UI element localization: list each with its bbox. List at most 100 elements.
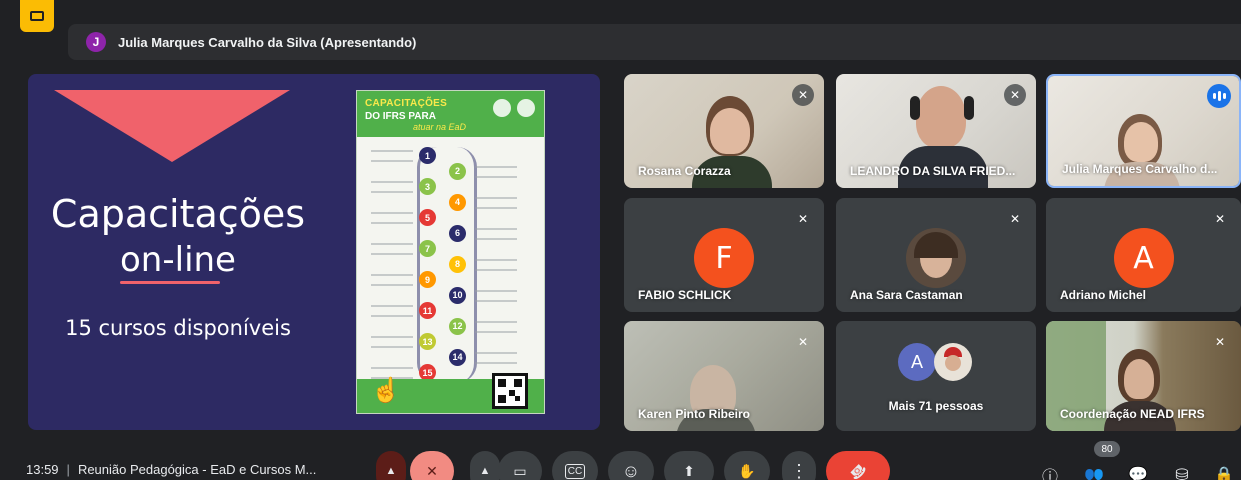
poster-step-text xyxy=(371,181,413,193)
raise-hand-button[interactable]: ✋ xyxy=(724,451,770,480)
poster-step-node: 6 xyxy=(449,224,466,242)
presenter-label: Julia Marques Carvalho da Silva (Apresen… xyxy=(118,34,417,50)
participant-tile-active-speaker[interactable]: Julia Marques Carvalho d... xyxy=(1046,74,1241,188)
mic-off-icon: ✕ xyxy=(426,462,438,479)
meeting-title: Reunião Pedagógica - EaD e Cursos M... xyxy=(77,462,317,477)
poster-step-text xyxy=(475,289,517,302)
pointing-hand-icon: ☝ xyxy=(371,377,401,404)
participant-name: Karen Pinto Ribeiro xyxy=(638,407,751,421)
more-options-button[interactable]: ⋮ xyxy=(782,451,816,480)
poster-step-text xyxy=(475,165,517,178)
leave-call-button[interactable]: ☎ xyxy=(826,451,890,480)
participant-tile[interactable]: F ✕ FABIO SCHLICK xyxy=(624,198,824,312)
participant-tile[interactable]: ✕ LEANDRO DA SILVA FRIED... xyxy=(836,74,1036,188)
meeting-details-icon[interactable]: ⓘ xyxy=(1038,463,1062,480)
poster-step-text xyxy=(371,336,413,348)
ead-logo-icon xyxy=(517,99,535,117)
captions-button[interactable]: CC xyxy=(552,451,598,480)
poster-heading-1: CAPACITAÇÕES xyxy=(365,98,448,109)
poster-step-text xyxy=(371,274,413,286)
poster-step-node: 12 xyxy=(449,317,466,335)
more-avatar-initial: A xyxy=(898,343,936,381)
shared-presentation[interactable]: Capacitações on-line 15 cursos disponíve… xyxy=(28,74,600,430)
poster-step-text xyxy=(475,258,517,271)
speaking-indicator-icon xyxy=(1207,84,1231,108)
poster-step-node: 7 xyxy=(419,240,436,257)
camera-options-caret-icon[interactable]: ▲ xyxy=(470,451,500,480)
present-screen-button[interactable]: ⬆ xyxy=(664,451,714,480)
poster-step-node: 10 xyxy=(449,286,466,304)
poster-step-text xyxy=(475,351,517,364)
ifrs-logo-icon xyxy=(493,99,511,117)
participant-avatar: F xyxy=(694,228,754,288)
poster-step-text xyxy=(371,150,413,162)
meeting-info: 13:59 | Reunião Pedagógica - EaD e Cursos … xyxy=(26,462,316,477)
decorative-triangle xyxy=(54,90,290,162)
participant-tile[interactable]: A ✕ Adriano Michel xyxy=(1046,198,1241,312)
poster-step-node: 4 xyxy=(449,193,466,211)
slide-subtitle: 15 cursos disponíveis xyxy=(65,316,291,340)
poster-step-text xyxy=(475,227,517,240)
mic-off-icon: ✕ xyxy=(797,335,809,349)
participant-tile[interactable]: ✕ Rosana Corazza xyxy=(624,74,824,188)
mic-off-icon: ✕ xyxy=(1214,335,1226,349)
mic-off-icon: ✕ xyxy=(1004,84,1026,106)
qr-code-icon xyxy=(492,373,528,409)
more-avatar-photo xyxy=(934,343,972,381)
poster-step-node: 3 xyxy=(419,178,436,195)
participant-avatar: A xyxy=(1113,228,1174,288)
poster-step-node: 2 xyxy=(449,162,466,180)
bottom-control-bar: 13:59 | Reunião Pedagógica - EaD e Cursos … xyxy=(0,445,1241,480)
mic-off-icon: ✕ xyxy=(1009,212,1021,226)
poster-step-node: 1 xyxy=(419,147,436,164)
poster-step-node: 9 xyxy=(419,271,436,288)
more-vertical-icon: ⋮ xyxy=(790,460,808,480)
mic-toggle-button[interactable]: ✕ xyxy=(410,451,454,480)
participant-name: Coordenação NEAD IFRS xyxy=(1060,407,1205,421)
slide-title-line1: Capacitações xyxy=(50,192,306,236)
mic-off-icon: ✕ xyxy=(1214,212,1226,226)
captions-icon: CC xyxy=(564,463,586,479)
poster-step-node: 8 xyxy=(449,255,466,273)
camera-toggle-button[interactable]: ▭ xyxy=(498,451,542,480)
participant-name: FABIO SCHLICK xyxy=(638,288,732,302)
course-poster: CAPACITAÇÕES DO IFRS PARA atuar na EaD 1… xyxy=(356,90,545,414)
people-icon[interactable]: 👥 xyxy=(1082,463,1106,480)
poster-step-text xyxy=(371,212,413,224)
poster-heading-3: atuar na EaD xyxy=(413,122,467,132)
hang-up-icon: ☎ xyxy=(846,459,871,480)
mic-options-caret-icon[interactable]: ▲ xyxy=(376,451,406,480)
screen-share-badge-icon[interactable] xyxy=(20,0,54,32)
presenter-avatar: J xyxy=(86,32,106,52)
participant-name: Adriano Michel xyxy=(1060,288,1147,302)
participant-name: Ana Sara Castaman xyxy=(850,288,963,302)
mic-off-icon: ✕ xyxy=(797,212,809,226)
slide-title-line2: on-line xyxy=(120,240,236,280)
separator: | xyxy=(66,462,70,477)
emoji-reaction-button[interactable]: ☺ xyxy=(608,451,654,480)
more-participants-tile[interactable]: A Mais 71 pessoas xyxy=(836,321,1036,431)
activities-icon[interactable]: ⛁ xyxy=(1170,463,1194,480)
participant-tile[interactable]: ✕ Ana Sara Castaman xyxy=(836,198,1036,312)
participant-photo-avatar xyxy=(906,228,966,288)
chat-icon[interactable]: 💬 xyxy=(1126,463,1150,480)
participant-tile[interactable]: ✕ Coordenação NEAD IFRS xyxy=(1046,321,1241,431)
host-controls-icon[interactable]: 🔒 xyxy=(1212,463,1236,480)
poster-step-node: 5 xyxy=(419,209,436,226)
participant-name: LEANDRO DA SILVA FRIED... xyxy=(850,164,1016,178)
poster-step-node: 13 xyxy=(419,333,436,350)
present-screen-icon: ⬆ xyxy=(683,462,695,479)
poster-step-text xyxy=(475,196,517,209)
poster-step-text xyxy=(371,305,413,317)
poster-step-node: 14 xyxy=(449,348,466,366)
poster-step-text xyxy=(371,243,413,255)
poster-step-text xyxy=(475,320,517,333)
slide-underline xyxy=(120,281,220,284)
presenter-bar: J Julia Marques Carvalho da Silva (Apres… xyxy=(68,24,1241,60)
mic-off-icon: ✕ xyxy=(792,84,814,106)
poster-step-node: 11 xyxy=(419,302,436,319)
participant-tile[interactable]: ✕ Karen Pinto Ribeiro xyxy=(624,321,824,431)
raise-hand-icon: ✋ xyxy=(738,462,756,479)
participant-name: Rosana Corazza xyxy=(638,164,731,178)
more-participants-label: Mais 71 pessoas xyxy=(888,399,984,413)
